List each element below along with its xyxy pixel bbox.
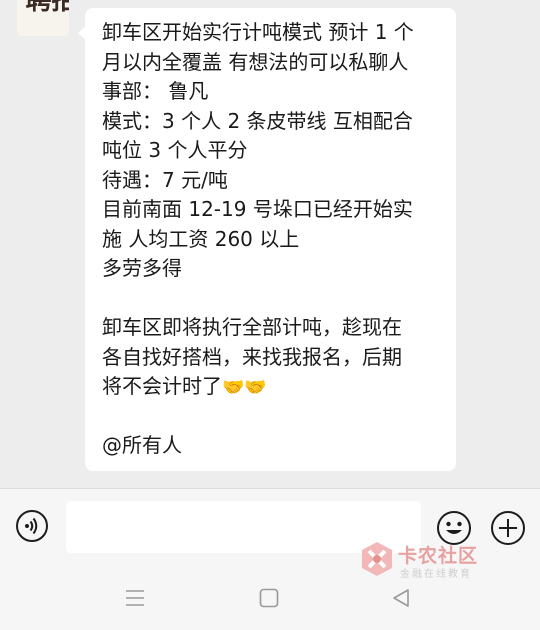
message-line: 各自找好搭档，来找我报名，后期 xyxy=(102,344,402,369)
avatar-text: 招聘 xyxy=(21,0,69,36)
home-icon xyxy=(259,588,279,608)
message-line: 吨位 3 个人平分 xyxy=(102,138,248,162)
message-line xyxy=(102,284,446,314)
back-button[interactable] xyxy=(390,587,412,609)
kanong-logo-icon xyxy=(362,542,392,576)
handshake-emoji: 🤝🤝 xyxy=(222,377,267,398)
menu-button[interactable] xyxy=(124,587,146,609)
back-icon xyxy=(393,589,409,607)
message-line-with-emoji: 将不会计时了🤝🤝 xyxy=(102,372,446,402)
watermark-title: 卡农社区 xyxy=(398,545,479,567)
message-line: 待遇：7 元/吨 xyxy=(102,167,228,192)
message-line-text: 将不会计时了 xyxy=(102,374,222,398)
voice-button[interactable] xyxy=(16,510,48,542)
message-line: 卸车区即将执行全部计吨，趁现在 xyxy=(102,315,402,339)
chat-area: 招聘 招聘 卸车区开始实行计吨模式 预计 1 个 月以内全覆盖 有想法的可以私聊… xyxy=(0,0,540,488)
message-line: 模式：3 个人 2 条皮带线 互相配合 xyxy=(102,108,413,133)
voice-icon xyxy=(25,517,38,535)
watermark: 卡农社区 金融在线教育 xyxy=(360,539,486,580)
message-line: 施 人均工资 260 以上 xyxy=(102,226,300,251)
message-line: 卸车区开始实行计吨模式 预计 1 个 xyxy=(102,20,414,44)
watermark-subtitle: 金融在线教育 xyxy=(400,569,472,580)
home-button[interactable] xyxy=(258,587,280,609)
plus-icon xyxy=(491,511,525,545)
more-button[interactable] xyxy=(490,510,525,545)
avatar[interactable]: 招聘 xyxy=(17,0,69,36)
message-line: 目前南面 12-19 号垛口已经开始实 xyxy=(102,197,413,221)
message-bubble[interactable]: 卸车区开始实行计吨模式 预计 1 个 月以内全覆盖 有想法的可以私聊人 事部： … xyxy=(78,8,456,471)
message-line: @所有人 xyxy=(102,433,182,457)
message-line: 多劳多得 xyxy=(102,256,182,280)
menu-icon xyxy=(126,590,144,606)
message-line xyxy=(102,402,446,432)
message-line: 事部： 鲁凡 xyxy=(102,79,209,103)
message-line: 月以内全覆盖 有想法的可以私聊人 xyxy=(102,49,409,74)
